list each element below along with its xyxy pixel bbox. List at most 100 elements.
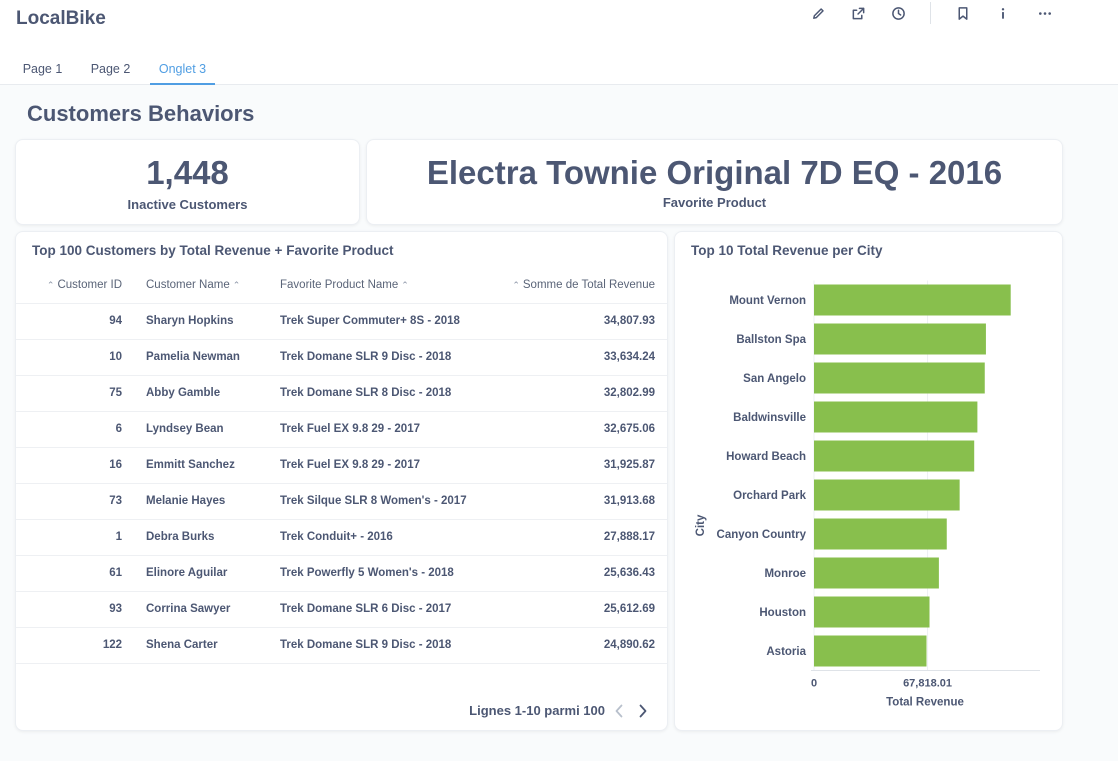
column-header-favorite-product[interactable]: Favorite Product Name ⌃ [270,268,498,304]
cell-customer-id[interactable]: 6 [16,411,136,448]
cell-favorite-product[interactable]: Trek Domane SLR 8 Disc - 2018 [270,375,498,412]
y-tick-label: Ballston Spa [736,334,806,346]
tab-page-1[interactable]: Page 1 [20,56,65,85]
next-page-button[interactable] [635,702,651,720]
chart-bar[interactable] [814,362,985,394]
y-tick-label: Howard Beach [726,451,806,463]
table-row[interactable]: 94 Sharyn Hopkins Trek Super Commuter+ 8S … [16,303,667,340]
table-row[interactable]: 93 Corrina Sawyer Trek Domane SLR 6 Disc -… [16,591,667,628]
cell-customer-name[interactable]: Abby Gamble [136,375,270,412]
info-icon[interactable] [992,2,1014,24]
y-tick-label: Monroe [764,568,806,580]
cell-customer-name[interactable]: Melanie Hayes [136,483,270,520]
cell-customer-name[interactable]: Sharyn Hopkins [136,303,270,340]
column-header-customer-id[interactable]: ⌃ Customer ID [16,268,136,304]
cell-total-revenue[interactable]: 25,636.43 [498,555,667,592]
table-title[interactable]: Top 100 Customers by Total Revenue + Fav… [32,243,393,258]
chart-bar[interactable] [814,284,1011,316]
cell-total-revenue[interactable]: 27,888.17 [498,519,667,556]
chart-bar[interactable] [814,401,978,433]
clock-icon[interactable] [887,2,909,24]
cell-customer-name[interactable]: Shena Carter [136,627,270,664]
chart-bar[interactable] [814,635,927,667]
cell-customer-name[interactable]: Pamelia Newman [136,339,270,376]
chart-bar[interactable] [814,440,975,472]
cell-customer-id[interactable]: 75 [16,375,136,412]
favorite-product-card[interactable]: Electra Townie Original 7D EQ - 2016 Fav… [366,139,1063,225]
sort-arrow-icon: ⌃ [232,280,241,291]
cell-total-revenue[interactable]: 31,925.87 [498,447,667,484]
table-row[interactable]: 6 Lyndsey Bean Trek Fuel EX 9.8 29 - 2017 3… [16,411,667,448]
column-header-label: Somme de Total Revenue [522,279,655,292]
cell-total-revenue[interactable]: 25,612.69 [498,591,667,628]
header-bar: LocalBike Page 1 Page 2 Onglet 3 [0,0,1118,85]
favorite-product-value: Electra Townie Original 7D EQ - 2016 [426,154,1003,191]
dashboard-title: LocalBike [16,8,106,29]
chart-bar[interactable] [814,557,939,589]
inactive-customers-card[interactable]: 1,448 Inactive Customers [15,139,360,225]
cell-customer-id[interactable]: 93 [16,591,136,628]
tab-page-2[interactable]: Page 2 [88,56,133,85]
cell-customer-name[interactable]: Debra Burks [136,519,270,556]
cell-total-revenue[interactable]: 31,913.68 [498,483,667,520]
column-header-total-revenue[interactable]: ⌃ Somme de Total Revenue [498,268,667,304]
y-tick-label: San Angelo [743,373,806,385]
cell-customer-name[interactable]: Lyndsey Bean [136,411,270,448]
cell-customer-id[interactable]: 61 [16,555,136,592]
inactive-customers-value: 1,448 [146,154,229,191]
inactive-customers-label: Inactive Customers [127,197,248,212]
cell-favorite-product[interactable]: Trek Powerfly 5 Women's - 2018 [270,555,498,592]
customers-table: ⌃ Customer ID Customer Name ⌃ Favorite Pro… [16,268,667,664]
table-header-row: ⌃ Customer ID Customer Name ⌃ Favorite Pro… [16,268,667,304]
cell-favorite-product[interactable]: Trek Domane SLR 6 Disc - 2017 [270,591,498,628]
x-tick-label: 0 [811,678,817,690]
table-row[interactable]: 10 Pamelia Newman Trek Domane SLR 9 Disc -… [16,339,667,376]
cell-customer-name[interactable]: Emmitt Sanchez [136,447,270,484]
table-row[interactable]: 75 Abby Gamble Trek Domane SLR 8 Disc - 20… [16,375,667,412]
table-row[interactable]: 122 Shena Carter Trek Domane SLR 9 Disc - … [16,627,667,664]
y-tick-label: Orchard Park [733,490,806,502]
previous-page-button[interactable] [611,702,627,720]
table-row[interactable]: 16 Emmitt Sanchez Trek Fuel EX 9.8 29 - 20… [16,447,667,484]
cell-customer-id[interactable]: 73 [16,483,136,520]
y-tick-label: Canyon Country [717,529,807,541]
chart-bar[interactable] [814,323,986,355]
more-icon[interactable] [1034,2,1056,24]
table-row[interactable]: 61 Elinore Aguilar Trek Powerfly 5 Women's… [16,555,667,592]
chart-bar[interactable] [814,518,947,550]
cell-total-revenue[interactable]: 33,634.24 [498,339,667,376]
share-icon[interactable] [847,2,869,24]
chart-bar[interactable] [814,479,960,511]
cell-customer-name[interactable]: Elinore Aguilar [136,555,270,592]
cell-customer-id[interactable]: 1 [16,519,136,556]
cell-favorite-product[interactable]: Trek Super Commuter+ 8S - 2018 [270,303,498,340]
table-row[interactable]: 73 Melanie Hayes Trek Silque SLR 8 Women's… [16,483,667,520]
cell-total-revenue[interactable]: 34,807.93 [498,303,667,340]
column-header-customer-name[interactable]: Customer Name ⌃ [136,268,270,304]
y-tick-label: Houston [759,607,806,619]
cell-customer-name[interactable]: Corrina Sawyer [136,591,270,628]
tab-onglet-3[interactable]: Onglet 3 [150,56,215,85]
sort-arrow-icon: ⌃ [46,280,55,291]
cell-favorite-product[interactable]: Trek Domane SLR 9 Disc - 2018 [270,339,498,376]
bookmark-icon[interactable] [952,2,974,24]
cell-total-revenue[interactable]: 24,890.62 [498,627,667,664]
cell-total-revenue[interactable]: 32,802.99 [498,375,667,412]
x-axis-label: Total Revenue [886,697,964,709]
cell-favorite-product[interactable]: Trek Domane SLR 9 Disc - 2018 [270,627,498,664]
cell-favorite-product[interactable]: Trek Silque SLR 8 Women's - 2017 [270,483,498,520]
cell-customer-id[interactable]: 10 [16,339,136,376]
cell-favorite-product[interactable]: Trek Conduit+ - 2016 [270,519,498,556]
cell-customer-id[interactable]: 94 [16,303,136,340]
pagination-label: Lignes 1-10 parmi 100 [469,703,605,718]
edit-icon[interactable] [807,2,829,24]
cell-customer-id[interactable]: 122 [16,627,136,664]
cell-total-revenue[interactable]: 32,675.06 [498,411,667,448]
cell-favorite-product[interactable]: Trek Fuel EX 9.8 29 - 2017 [270,447,498,484]
cell-customer-id[interactable]: 16 [16,447,136,484]
cell-favorite-product[interactable]: Trek Fuel EX 9.8 29 - 2017 [270,411,498,448]
table-row[interactable]: 1 Debra Burks Trek Conduit+ - 2016 27,888.1… [16,519,667,556]
section-heading: Customers Behaviors [27,101,255,126]
chart-bar[interactable] [814,596,930,628]
header-divider [930,2,931,24]
